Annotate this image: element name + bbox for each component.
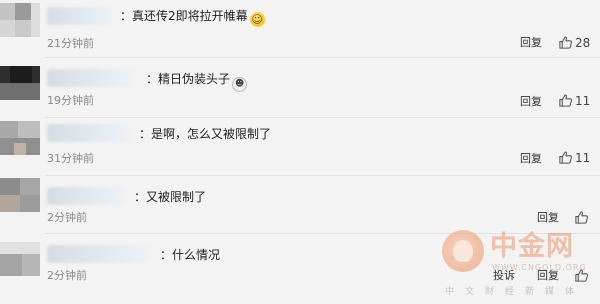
comment-text-body: ：什么情况 [160, 248, 221, 262]
avatar[interactable] [0, 3, 40, 37]
avatar[interactable] [0, 121, 40, 155]
clown-emoji-icon: ☻ [232, 77, 248, 92]
like-count: 11 [575, 151, 591, 165]
comment-item: ：什么情况 2分钟前 投诉 回复 [0, 234, 600, 304]
avatar[interactable] [0, 178, 40, 212]
reply-button[interactable]: 回复 [537, 211, 559, 225]
comment-time: 31分钟前 [47, 152, 94, 165]
comment-item: ：精日伪装头子 ☻ 19分钟前 回复 11 [0, 58, 600, 118]
comment-item: ：又被限制了 2分钟前 回复 [0, 176, 600, 234]
like-count: 11 [575, 94, 591, 108]
like-count: 28 [575, 36, 591, 50]
comment-text: ：什么情况 [160, 247, 220, 263]
like-button[interactable]: 11 [558, 150, 590, 166]
thumbs-up-icon [559, 94, 572, 107]
comment-item: ：真还传2即将拉开帷幕 ☺ 21分钟前 回复 28 [0, 0, 600, 58]
avatar[interactable] [0, 242, 40, 276]
reply-button[interactable]: 回复 [537, 269, 559, 283]
username-blurred[interactable] [47, 69, 139, 87]
reply-button[interactable]: 回复 [520, 95, 542, 109]
comment-time: 19分钟前 [47, 94, 94, 107]
thumbs-up-icon [575, 211, 588, 224]
comment-time: 21分钟前 [47, 37, 94, 50]
reply-button[interactable]: 回复 [520, 152, 542, 166]
username-blurred[interactable] [47, 245, 157, 263]
comment-text: ：是啊，怎么又被限制了 [139, 126, 271, 142]
comment-time: 2分钟前 [47, 211, 87, 224]
comment-feed: ：真还传2即将拉开帷幕 ☺ 21分钟前 回复 28 ：精日伪装头子 ☻ 19分钟前 … [0, 0, 600, 304]
comment-text: ：真还传2即将拉开帷幕 ☺ [120, 8, 265, 27]
like-button[interactable]: 11 [558, 93, 590, 109]
reply-button[interactable]: 回复 [520, 36, 542, 50]
comment-text-body: ：是啊，怎么又被限制了 [139, 127, 272, 141]
report-button[interactable]: 投诉 [493, 269, 515, 283]
username-blurred[interactable] [47, 7, 115, 25]
comment-time: 2分钟前 [47, 269, 87, 282]
comment-text-body: ：精日伪装头子 [146, 72, 231, 86]
like-button[interactable] [574, 268, 591, 284]
thumbs-up-icon [559, 36, 572, 49]
comment-text: ：精日伪装头子 ☻ [146, 71, 248, 92]
thumbs-up-icon [559, 151, 572, 164]
username-blurred[interactable] [47, 187, 129, 205]
comment-item: ：是啊，怎么又被限制了 31分钟前 回复 11 [0, 118, 600, 176]
laugh-emoji-icon: ☺ [249, 12, 265, 27]
comment-text: ：又被限制了 [134, 189, 206, 205]
like-button[interactable] [574, 210, 591, 226]
avatar[interactable] [0, 66, 40, 100]
username-blurred[interactable] [47, 124, 135, 142]
comment-text-body: ：真还传2即将拉开帷幕 [120, 9, 248, 23]
comment-text-body: ：又被限制了 [134, 190, 207, 204]
thumbs-up-icon [575, 269, 588, 282]
like-button[interactable]: 28 [558, 35, 590, 51]
